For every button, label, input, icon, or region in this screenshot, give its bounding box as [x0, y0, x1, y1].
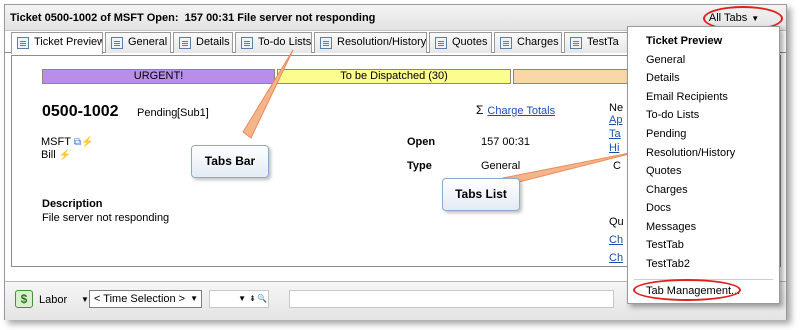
menu-item-todo-lists[interactable]: To-do Lists — [646, 109, 699, 121]
menu-item-details[interactable]: Details — [646, 72, 680, 84]
tabs-bar-pointer — [242, 49, 294, 139]
menu-item-charges[interactable]: Charges — [646, 184, 688, 196]
tabs-list-callout: Tabs List — [442, 178, 520, 211]
menu-item-testtab[interactable]: TestTab — [646, 239, 684, 251]
tab-management-highlight — [633, 279, 741, 301]
tabs-list-pointer — [502, 149, 646, 187]
all-tabs-menu: Ticket Preview General Details Email Rec… — [627, 26, 780, 304]
menu-item-resolution-history[interactable]: Resolution/History — [646, 147, 735, 159]
menu-item-general[interactable]: General — [646, 54, 685, 66]
menu-item-ticket-preview[interactable]: Ticket Preview — [646, 35, 722, 47]
menu-item-pending[interactable]: Pending — [646, 128, 686, 140]
tabs-bar-callout: Tabs Bar — [191, 145, 269, 178]
menu-item-docs[interactable]: Docs — [646, 202, 671, 214]
menu-item-quotes[interactable]: Quotes — [646, 165, 681, 177]
menu-item-email-recipients[interactable]: Email Recipients — [646, 91, 728, 103]
menu-item-testtab2[interactable]: TestTab2 — [646, 258, 690, 270]
menu-item-messages[interactable]: Messages — [646, 221, 696, 233]
